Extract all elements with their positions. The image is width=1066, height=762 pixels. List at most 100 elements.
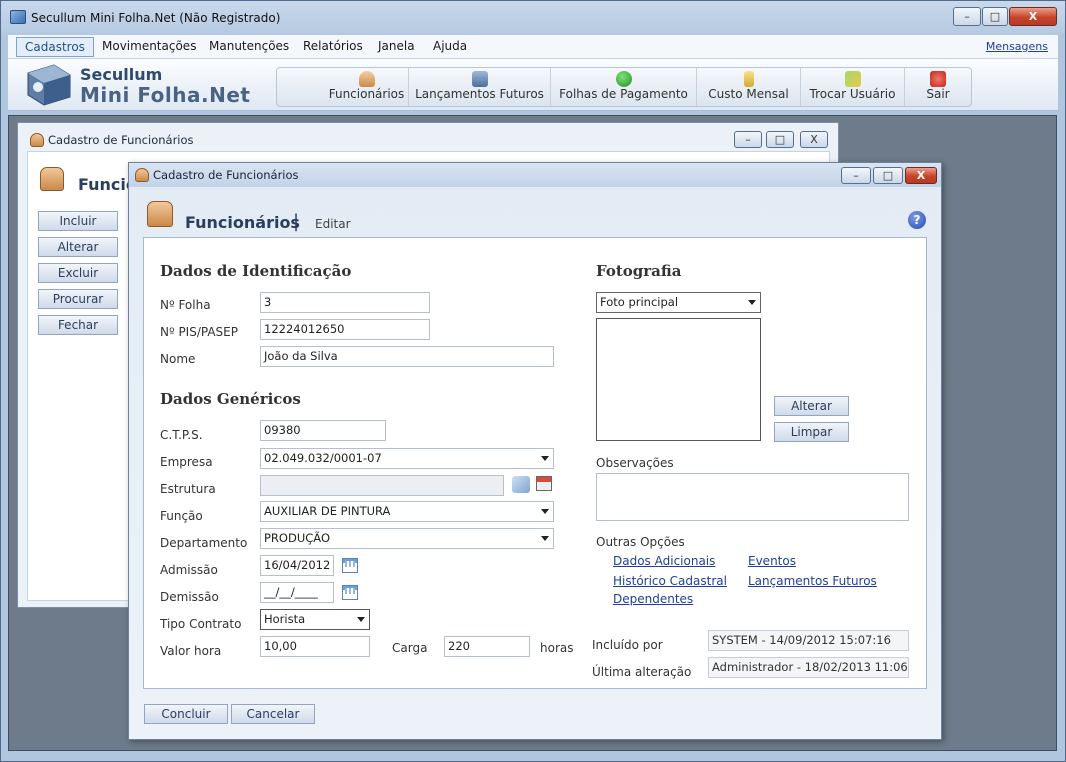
folha-label: Nº Folha — [160, 298, 211, 312]
fechar-button[interactable]: Fechar — [38, 315, 118, 335]
nome-label: Nome — [160, 352, 196, 366]
toolbar-funcionarios[interactable]: Funcionários — [325, 68, 409, 106]
estrutura-input — [260, 475, 504, 496]
observacoes-label: Observações — [596, 456, 674, 470]
photo-alterar-button[interactable]: Alterar — [774, 396, 849, 416]
historico-cadastral-link[interactable]: Histórico Cadastral — [613, 574, 727, 588]
heading-separator: | — [293, 211, 300, 232]
minimize-button[interactable]: – — [953, 7, 981, 26]
dialog-heading: Funcionários — [185, 213, 300, 232]
toolbar-lancamentos-futuros[interactable]: Lançamentos Futuros — [409, 68, 551, 106]
dados-adicionais-link[interactable]: Dados Adicionais — [613, 554, 715, 568]
future-entries-icon — [471, 71, 488, 87]
background-window-title: Cadastro de Funcionários — [48, 133, 194, 147]
power-icon — [930, 71, 946, 87]
observacoes-textarea[interactable] — [596, 473, 909, 521]
photo-select[interactable]: Foto principal — [596, 292, 761, 313]
ctps-label: C.T.P.S. — [160, 428, 203, 442]
lancamentos-futuros-link[interactable]: Lançamentos Futuros — [748, 574, 877, 588]
form-panel: Dados de Identificação Nº Folha 3 Nº PIS… — [143, 237, 927, 689]
chevron-down-icon — [541, 456, 549, 461]
mode-label: Editar — [315, 217, 351, 231]
employees-icon — [147, 201, 173, 227]
carga-input[interactable]: 220 — [444, 636, 530, 657]
messages-link[interactable]: Mensagens — [986, 40, 1048, 53]
demissao-label: Demissão — [160, 590, 219, 604]
concluir-button[interactable]: Concluir — [144, 704, 228, 724]
estrutura-label: Estrutura — [160, 482, 216, 496]
search-structure-icon[interactable] — [512, 476, 530, 493]
title-bar: Secullum Mini Folha.Net (Não Registrado)… — [1, 1, 1065, 35]
incluido-por-label: Incluído por — [592, 638, 663, 652]
bg-maximize-button[interactable]: □ — [766, 131, 794, 148]
empresa-value: 02.049.032/0001-07 — [264, 451, 382, 465]
window-title: Secullum Mini Folha.Net (Não Registrado) — [31, 11, 281, 25]
dependentes-link[interactable]: Dependentes — [613, 592, 693, 606]
eventos-link[interactable]: Eventos — [748, 554, 796, 568]
alterar-button[interactable]: Alterar — [38, 237, 118, 257]
tipo-contrato-select[interactable]: Horista — [260, 609, 370, 630]
bg-close-button[interactable]: X — [800, 131, 828, 148]
menu-ajuda[interactable]: Ajuda — [425, 37, 475, 57]
ultima-alteracao-label: Última alteração — [592, 665, 692, 679]
photo-box — [596, 318, 761, 441]
pis-input[interactable]: 12224012650 — [260, 319, 430, 340]
employee-icon — [135, 168, 149, 182]
app-icon — [10, 10, 26, 24]
money-icon — [615, 71, 632, 87]
help-icon[interactable]: ? — [908, 211, 926, 229]
toolbar-custo-mensal[interactable]: Custo Mensal — [697, 68, 801, 106]
clear-structure-icon[interactable] — [536, 476, 552, 491]
employee-dialog: Cadastro de Funcionários – □ X Funcionár… — [128, 162, 942, 740]
demissao-input[interactable]: __/__/____ — [260, 582, 334, 603]
admissao-input[interactable]: 16/04/2012 — [260, 555, 334, 576]
pis-label: Nº PIS/PASEP — [160, 325, 238, 339]
menu-cadastros[interactable]: Cadastros — [16, 37, 94, 57]
toolbar-trocar-usuario[interactable]: Trocar Usuário — [801, 68, 905, 106]
departamento-select[interactable]: PRODUÇÃO — [260, 528, 554, 549]
cancelar-button[interactable]: Cancelar — [231, 704, 315, 724]
switch-user-icon — [844, 71, 861, 87]
ctps-input[interactable]: 09380 — [260, 420, 386, 441]
chevron-down-icon — [541, 536, 549, 541]
outras-opcoes-label: Outras Opções — [596, 535, 685, 549]
departamento-label: Departamento — [160, 536, 248, 550]
toolbar-band: Secullum Mini Folha.Net Funcionários Lan… — [8, 59, 1058, 111]
menu-janela[interactable]: Janela — [370, 37, 423, 57]
folha-input[interactable]: 3 — [260, 292, 430, 313]
menu-movimentacoes[interactable]: Movimentações — [94, 37, 204, 57]
maximize-button[interactable]: □ — [982, 7, 1008, 26]
toolbar-folhas-pagamento[interactable]: Folhas de Pagamento — [551, 68, 697, 106]
tipo-contrato-value: Horista — [264, 612, 306, 626]
calendar-icon[interactable] — [342, 585, 358, 600]
departamento-value: PRODUÇÃO — [264, 531, 330, 545]
incluir-button[interactable]: Incluir — [38, 211, 118, 231]
chevron-down-icon — [748, 300, 756, 305]
toolbar-sair[interactable]: Sair — [905, 68, 971, 106]
admissao-label: Admissão — [160, 563, 218, 577]
dialog-maximize-button[interactable]: □ — [873, 167, 903, 184]
valor-hora-input[interactable]: 10,00 — [260, 636, 370, 657]
empresa-select[interactable]: 02.049.032/0001-07 — [260, 448, 554, 469]
dialog-close-button[interactable]: X — [905, 167, 937, 184]
nome-input[interactable]: João da Silva — [260, 346, 554, 367]
section-fotografia: Fotografia — [596, 262, 682, 280]
photo-limpar-button[interactable]: Limpar — [774, 422, 849, 442]
dialog-title: Cadastro de Funcionários — [153, 168, 299, 182]
tipo-contrato-label: Tipo Contrato — [160, 617, 242, 631]
toolbar: Funcionários Lançamentos Futuros Folhas … — [276, 67, 972, 107]
bg-minimize-button[interactable]: – — [734, 131, 762, 148]
calendar-icon[interactable] — [342, 558, 358, 573]
funcao-select[interactable]: AUXILIAR DE PINTURA — [260, 501, 554, 522]
dialog-title-bar: Cadastro de Funcionários – □ X — [129, 163, 941, 187]
section-genericos: Dados Genéricos — [160, 390, 301, 408]
procurar-button[interactable]: Procurar — [38, 289, 118, 309]
employee-icon — [30, 133, 44, 147]
dialog-minimize-button[interactable]: – — [841, 167, 871, 184]
section-identificacao: Dados de Identificação — [160, 262, 352, 280]
chevron-down-icon — [541, 509, 549, 514]
close-button[interactable]: X — [1009, 7, 1057, 26]
excluir-button[interactable]: Excluir — [38, 263, 118, 283]
menu-manutencoes[interactable]: Manutenções — [201, 37, 297, 57]
menu-relatorios[interactable]: Relatórios — [295, 37, 371, 57]
